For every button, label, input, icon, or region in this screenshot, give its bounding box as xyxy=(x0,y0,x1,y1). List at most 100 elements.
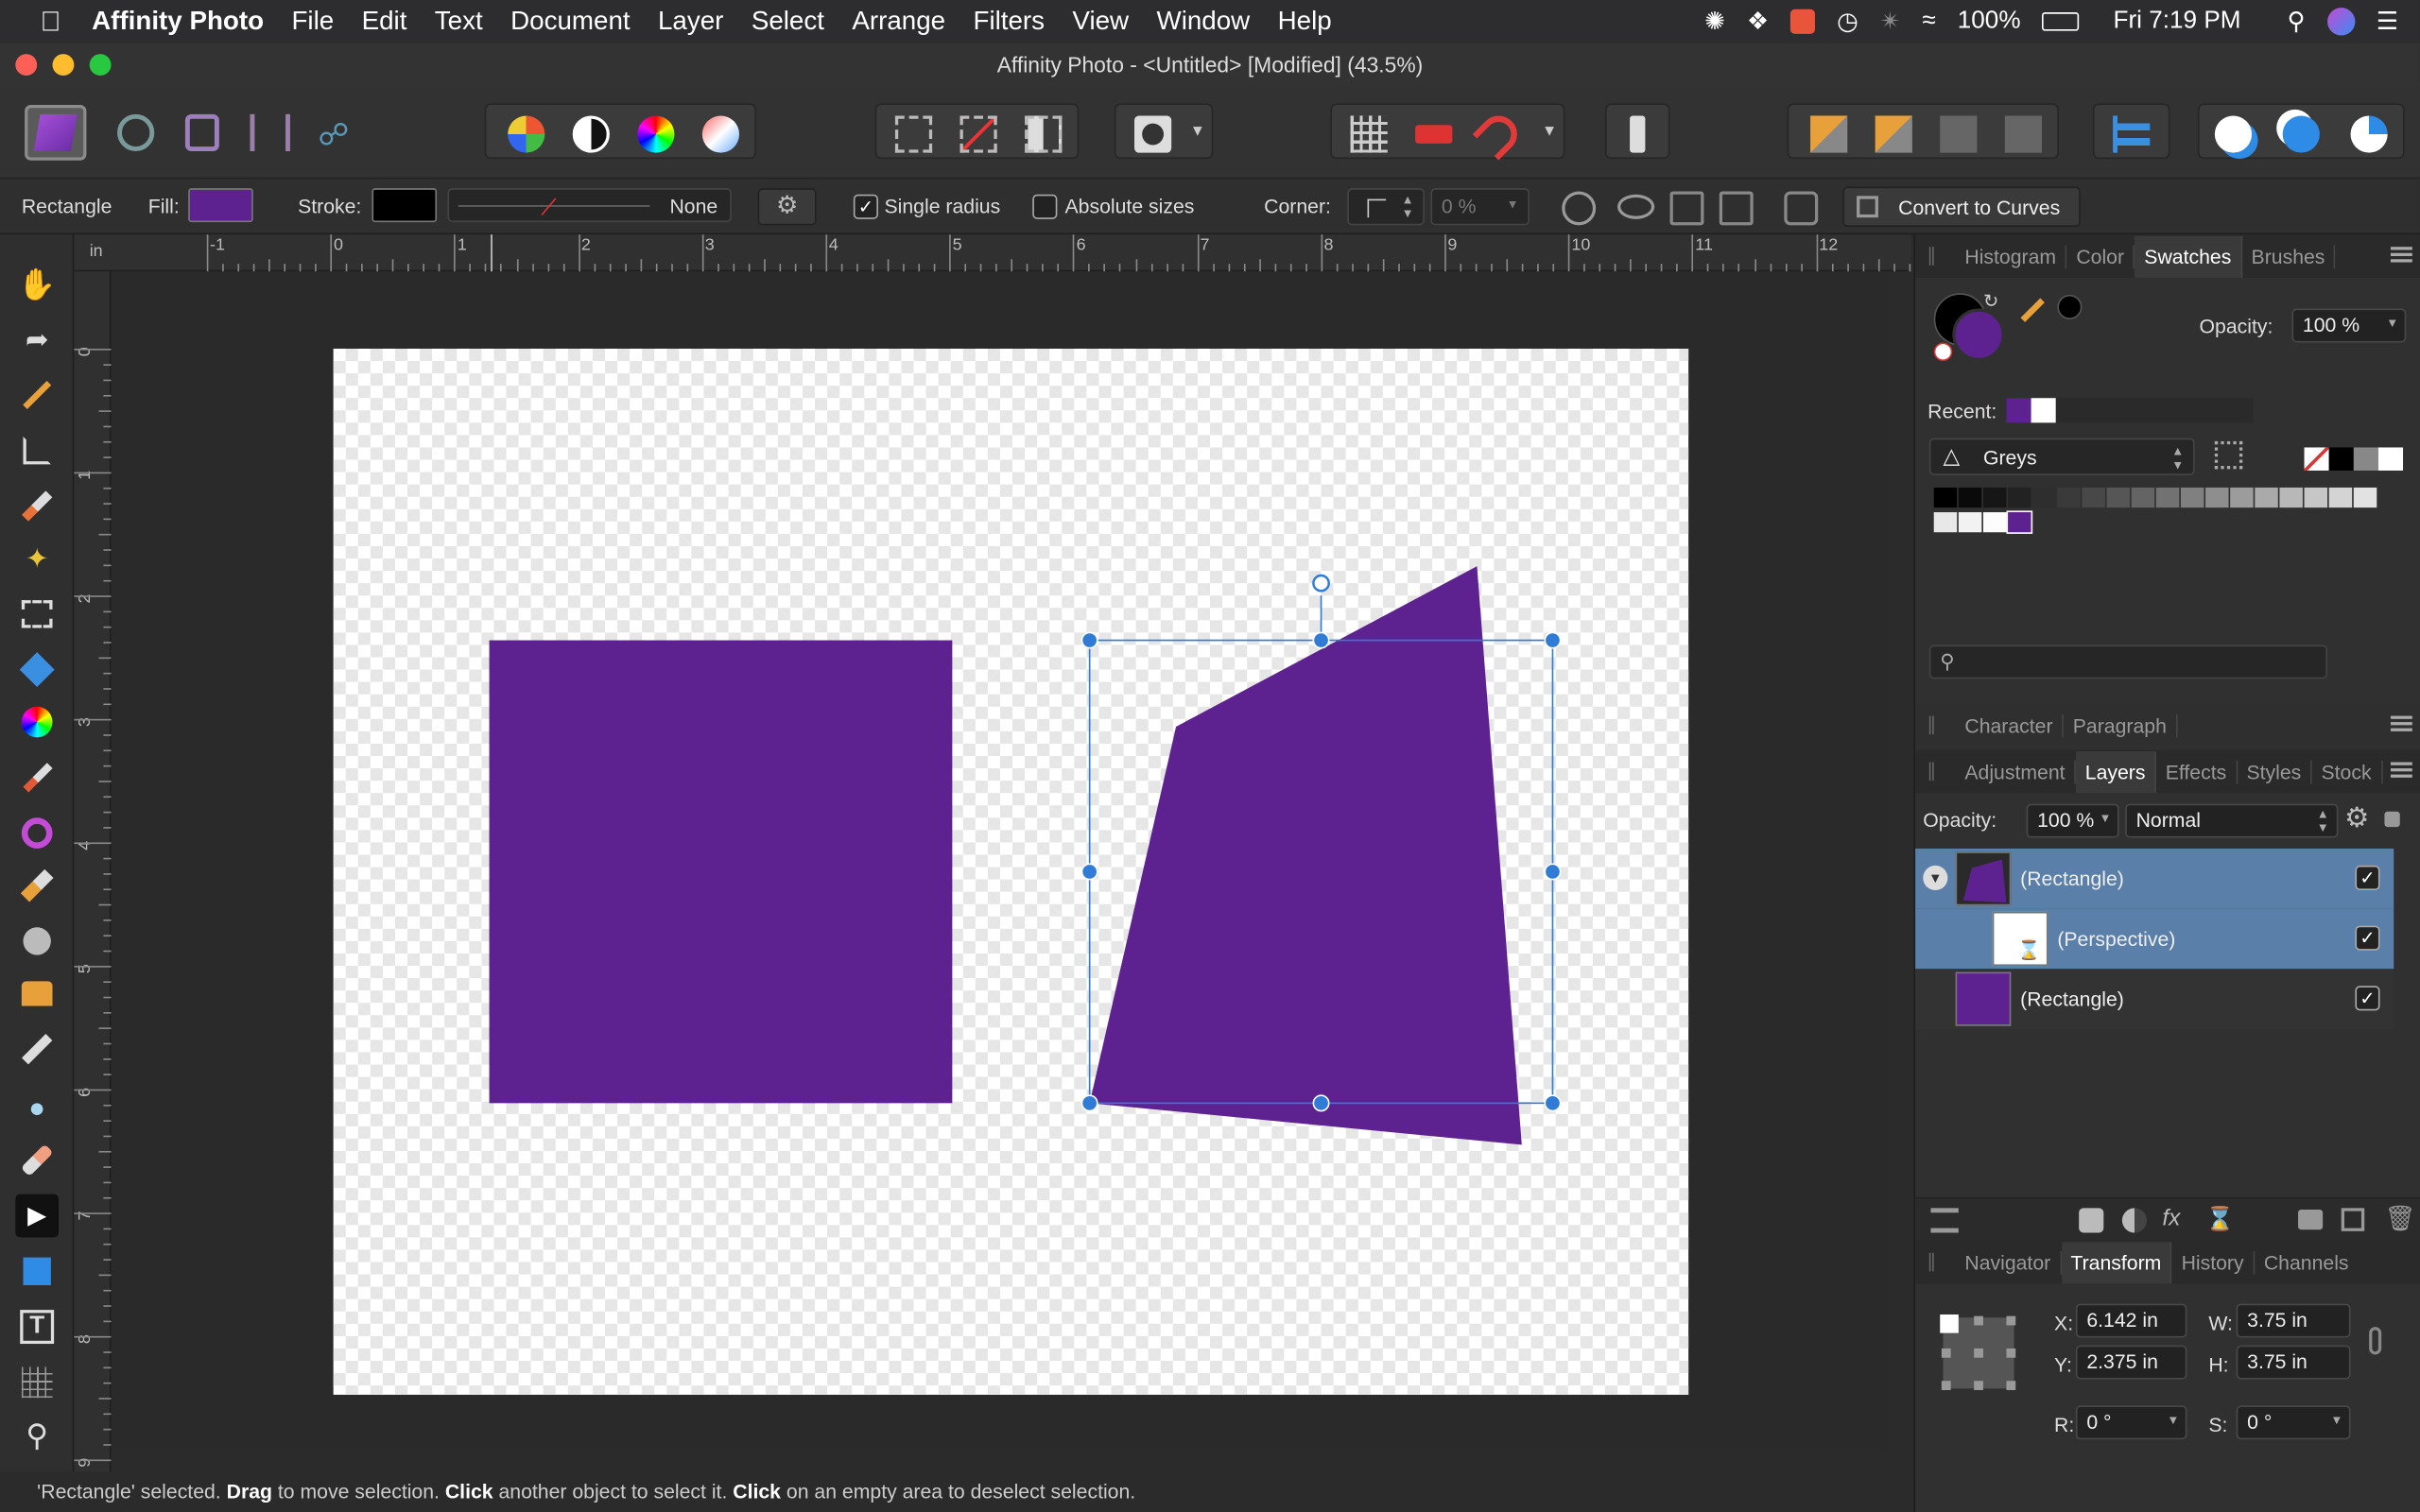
view-tool-hand-icon[interactable]: ✋ xyxy=(15,263,59,306)
wifi-icon[interactable]: ≈ xyxy=(1923,8,1936,35)
inpainting-tool-icon[interactable] xyxy=(15,1139,59,1182)
artistic-text-tool-icon[interactable]: T xyxy=(15,1305,59,1349)
stroke-swatch[interactable] xyxy=(372,188,438,223)
quick-mask-icon[interactable] xyxy=(1133,115,1172,153)
grey-swatch[interactable] xyxy=(2032,487,2056,508)
blur-brush-tool-icon[interactable]: ● xyxy=(15,1086,59,1129)
zoom-window-button[interactable] xyxy=(89,54,112,76)
notification-center-icon[interactable]: ☰ xyxy=(2377,7,2398,38)
apple-icon[interactable]:  xyxy=(40,6,60,38)
layer-name[interactable]: (Rectangle) xyxy=(2020,868,2124,890)
canvas-area[interactable] xyxy=(111,271,1887,1451)
visibility-button[interactable] xyxy=(1617,194,1655,219)
h-field[interactable]: 3.75 in xyxy=(2236,1345,2351,1380)
w-field[interactable]: 3.75 in xyxy=(2236,1303,2351,1338)
battery-percent[interactable]: 100% xyxy=(1958,8,2021,35)
snapping-dropdown-icon[interactable]: ▼ xyxy=(1542,124,1557,141)
recent-swatch-purple[interactable] xyxy=(2006,398,2031,423)
crop-tool-icon[interactable] xyxy=(15,429,59,472)
eyedropper-icon[interactable] xyxy=(2020,298,2045,322)
flood-fill-tool-icon[interactable] xyxy=(15,648,59,692)
grey-swatch[interactable] xyxy=(1982,487,2007,508)
dodge-tool-icon[interactable] xyxy=(15,919,59,963)
swap-colors-icon[interactable]: ↻ xyxy=(1983,290,1998,312)
grey-swatch[interactable] xyxy=(2255,487,2278,508)
selection-brush-tool-icon[interactable] xyxy=(15,485,59,528)
tab-history[interactable]: History xyxy=(2172,1250,2256,1274)
none-swatch[interactable] xyxy=(2304,447,2329,471)
layer-row[interactable]: (Rectangle) ✓ xyxy=(1915,969,2394,1029)
group-folder-icon[interactable] xyxy=(2298,1209,2324,1230)
export-persona-icon[interactable]: ☍ xyxy=(318,115,352,153)
menu-filters[interactable]: Filters xyxy=(973,7,1045,38)
battery-icon[interactable] xyxy=(2042,12,2080,31)
document-canvas[interactable] xyxy=(333,348,1689,1395)
white-balance-icon[interactable] xyxy=(701,115,740,153)
color-picker-tool-icon[interactable] xyxy=(15,373,59,417)
adjustment-layer-icon[interactable] xyxy=(2121,1208,2148,1233)
black-color-circle[interactable] xyxy=(2057,294,2083,319)
layer-name[interactable]: (Perspective) xyxy=(2057,927,2175,950)
add-shapes-icon[interactable] xyxy=(2214,115,2253,153)
grey-swatch[interactable] xyxy=(2155,487,2180,508)
grey-swatch[interactable] xyxy=(1982,512,2007,533)
x-field[interactable]: 6.142 in xyxy=(2075,1303,2187,1338)
blend-mode-dropdown[interactable]: Normal ▲ ▼ xyxy=(2125,803,2339,838)
align-icon[interactable] xyxy=(2113,115,2151,153)
menu-layer[interactable]: Layer xyxy=(658,7,723,38)
transform-origin-button[interactable] xyxy=(1562,191,1597,226)
trash-icon[interactable]: 🗑 xyxy=(2384,1203,2415,1234)
grey-swatch[interactable] xyxy=(1933,487,1958,508)
perspective-rectangle-shape[interactable] xyxy=(334,349,1688,1395)
spotlight-icon[interactable]: ⚲ xyxy=(2287,7,2305,38)
dropbox-icon[interactable]: ❖ xyxy=(1747,7,1769,38)
anchor-selector[interactable] xyxy=(1940,1314,2016,1391)
layer-name[interactable]: (Rectangle) xyxy=(2020,988,2124,1010)
expand-layer-icon[interactable]: ▼ xyxy=(1923,865,1948,891)
siri-icon[interactable] xyxy=(2326,8,2355,36)
fill-swatch[interactable] xyxy=(188,188,253,223)
convert-to-curves-button[interactable]: Convert to Curves xyxy=(1842,186,2081,227)
grey-swatch[interactable] xyxy=(2230,487,2254,508)
white-swatch[interactable] xyxy=(2377,447,2404,471)
move-forward-one-icon[interactable] xyxy=(1940,115,1978,153)
layer-row[interactable]: ▼ (Rectangle) ✓ xyxy=(1915,848,2394,909)
snapping-magnet-icon[interactable] xyxy=(1472,108,1526,161)
color-replacement-tool-icon[interactable] xyxy=(15,812,59,855)
grey-swatch[interactable] xyxy=(2304,487,2328,508)
rotate-button[interactable] xyxy=(1784,191,1819,226)
menu-select[interactable]: Select xyxy=(752,7,824,38)
app-menu[interactable]: Affinity Photo xyxy=(92,7,264,38)
move-tool-icon[interactable]: ➦ xyxy=(15,318,59,361)
tab-histogram[interactable]: Histogram xyxy=(1956,244,2067,268)
zoom-tool-icon[interactable]: ⚲ xyxy=(15,1414,59,1457)
move-to-back-icon[interactable] xyxy=(1810,115,1848,153)
select-all-icon[interactable] xyxy=(894,115,933,153)
absolute-sizes-checkbox[interactable] xyxy=(1032,194,1058,219)
panel-menu-icon[interactable] xyxy=(2390,762,2412,778)
grey-swatch[interactable] xyxy=(2353,447,2378,471)
grey-swatch[interactable] xyxy=(2279,487,2303,508)
layer-visibility-checkbox[interactable]: ✓ xyxy=(2355,865,2380,891)
stroke-style-field[interactable]: None xyxy=(447,188,732,223)
fx-icon[interactable]: fx xyxy=(2162,1205,2180,1231)
menu-view[interactable]: View xyxy=(1072,7,1129,38)
menu-help[interactable]: Help xyxy=(1278,7,1332,38)
hsl-icon[interactable] xyxy=(637,115,675,153)
grey-swatch[interactable] xyxy=(2106,487,2131,508)
grey-swatch[interactable] xyxy=(1933,512,1958,533)
black-white-icon[interactable] xyxy=(572,115,610,153)
minimize-window-button[interactable] xyxy=(52,54,75,76)
clock[interactable]: Fri 7:19 PM xyxy=(2114,8,2241,35)
time-machine-icon[interactable]: ◷ xyxy=(1837,7,1858,38)
layer-row[interactable]: ⌛ (Perspective) ✓ xyxy=(1915,908,2394,970)
subtract-shapes-icon[interactable] xyxy=(2282,115,2320,153)
y-field[interactable]: 2.375 in xyxy=(2075,1345,2187,1380)
mesh-warp-tool-icon[interactable] xyxy=(15,1361,59,1404)
flip-horizontal-button[interactable] xyxy=(1669,191,1704,226)
menu-document[interactable]: Document xyxy=(510,7,631,38)
erase-brush-tool-icon[interactable] xyxy=(15,864,59,907)
menu-arrange[interactable]: Arrange xyxy=(852,7,945,38)
intersect-shapes-icon[interactable] xyxy=(2350,115,2388,153)
move-to-front-icon[interactable] xyxy=(2004,115,2042,153)
